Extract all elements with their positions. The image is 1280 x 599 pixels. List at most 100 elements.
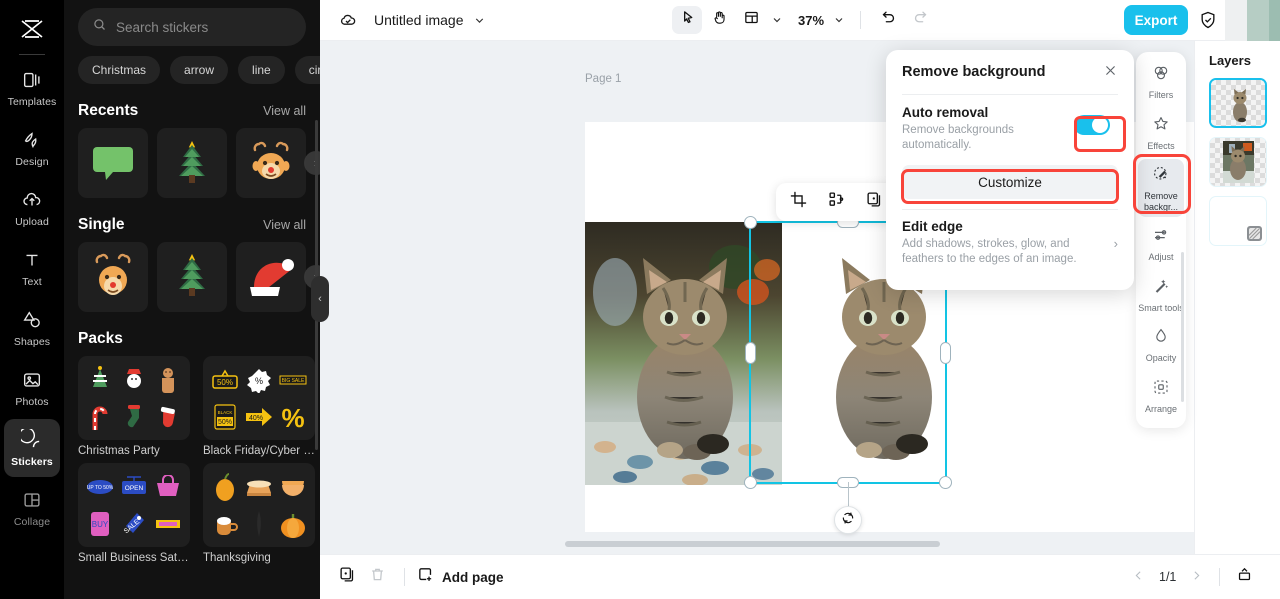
layout-chevron-down-icon[interactable] xyxy=(768,14,786,26)
tool-remove-background[interactable]: Remove backgr... xyxy=(1138,159,1184,217)
canvas-horizontal-scrollbar[interactable] xyxy=(565,541,940,547)
pack-item[interactable]: Christmas Party xyxy=(78,356,190,457)
auto-removal-toggle[interactable] xyxy=(1074,115,1110,135)
rotate-handle[interactable] xyxy=(834,506,862,534)
toggle-knob xyxy=(1092,117,1108,133)
tool-rail-scrollbar[interactable] xyxy=(1181,252,1184,402)
redo-icon xyxy=(912,9,929,31)
present-icon[interactable] xyxy=(1236,566,1253,588)
search-input[interactable]: Search stickers xyxy=(78,8,306,46)
page-navigator: 1/1 xyxy=(1132,566,1253,588)
avatar[interactable] xyxy=(1247,0,1269,42)
hand-icon xyxy=(711,9,728,31)
tag-chip[interactable]: circle xyxy=(294,56,320,84)
arrange-icon xyxy=(1152,378,1170,401)
tag-chip[interactable]: line xyxy=(238,56,285,84)
document-title[interactable]: Untitled image xyxy=(374,12,464,28)
tool-adjust[interactable]: Adjust xyxy=(1138,220,1184,268)
export-button[interactable]: Export xyxy=(1124,5,1188,35)
tool-label: Filters xyxy=(1148,90,1174,100)
view-all-link[interactable]: View all xyxy=(263,104,306,118)
sticker-cell[interactable] xyxy=(157,242,227,312)
add-page-button[interactable]: Add page xyxy=(417,566,504,588)
collaborator-avatars[interactable] xyxy=(1225,0,1280,42)
layer-item-cutout[interactable] xyxy=(1209,78,1267,128)
sticker-cell[interactable] xyxy=(236,242,306,312)
tool-filters[interactable]: Filters xyxy=(1138,58,1184,106)
avatar[interactable] xyxy=(1225,0,1247,42)
sticker-cell[interactable] xyxy=(78,242,148,312)
image-tools-rail: Filters Effects Remove backgr... Adjust … xyxy=(1136,52,1186,428)
sidebar-label: Text xyxy=(22,275,42,288)
bottom-bar: Add page 1/1 xyxy=(320,554,1280,599)
chevron-down-icon[interactable] xyxy=(473,14,486,27)
tag-chip[interactable]: arrow xyxy=(170,56,229,84)
sidebar-item-templates[interactable]: Templates xyxy=(4,59,60,117)
original-image-object[interactable] xyxy=(585,222,782,485)
undo-button[interactable] xyxy=(873,6,903,34)
chevron-right-icon[interactable] xyxy=(1190,569,1203,585)
layer-item-background[interactable] xyxy=(1209,196,1267,246)
edit-edge-row[interactable]: Edit edge Add shadows, strokes, glow, an… xyxy=(902,210,1118,267)
tool-opacity[interactable]: Opacity xyxy=(1138,321,1184,369)
hand-tool-button[interactable] xyxy=(704,6,734,34)
tool-smart-tools[interactable]: Smart tools xyxy=(1138,271,1184,319)
layout-tool-button[interactable] xyxy=(736,6,766,34)
sidebar-item-upload[interactable]: Upload xyxy=(4,179,60,237)
sidebar-item-text[interactable]: Text xyxy=(4,239,60,297)
sticker-cell[interactable] xyxy=(78,128,148,198)
pack-name: Christmas Party xyxy=(78,445,160,457)
redo-button[interactable] xyxy=(905,6,935,34)
page-label: Page 1 xyxy=(585,73,622,85)
sticker-cell[interactable] xyxy=(157,128,227,198)
sticker-cell[interactable] xyxy=(236,128,306,198)
sticker-icon xyxy=(21,428,43,451)
design-icon xyxy=(21,129,43,151)
pack-item[interactable]: 50% % BIG SALE BLACK 50% 40% % Black Frid… xyxy=(203,356,315,457)
chevron-left-icon[interactable] xyxy=(1132,569,1145,585)
pack-item[interactable]: Thanksgiving xyxy=(203,463,315,564)
sidebar-item-stickers[interactable]: Stickers xyxy=(4,419,60,477)
search-placeholder: Search stickers xyxy=(116,19,209,35)
tag-chip[interactable]: Christmas xyxy=(78,56,161,84)
panel-collapse-handle[interactable]: ‹ xyxy=(311,276,329,322)
svg-text:BUY: BUY xyxy=(92,520,109,529)
cloud-saved-icon xyxy=(338,10,358,30)
tool-label: Smart tools xyxy=(1138,302,1184,313)
capcut-image-editor: Templates Design Upload Text Shapes Phot… xyxy=(0,0,1280,599)
stickers-panel: Search stickers Christmas arrow line cir… xyxy=(64,0,320,599)
tool-label: Arrange xyxy=(1144,403,1178,414)
duplicate-page-button[interactable] xyxy=(332,562,362,592)
tool-effects[interactable]: Effects xyxy=(1138,109,1184,157)
filters-icon xyxy=(1152,64,1170,87)
smart-cutout-button[interactable] xyxy=(822,188,850,216)
layer-item-original[interactable] xyxy=(1209,137,1267,187)
svg-text:50%: 50% xyxy=(218,419,232,426)
customize-button[interactable]: Customize xyxy=(902,165,1118,199)
sidebar-item-collage[interactable]: Collage xyxy=(4,479,60,537)
zoom-level-value: 37% xyxy=(798,12,825,28)
crop-button[interactable] xyxy=(784,188,812,216)
search-icon xyxy=(92,17,107,37)
chevron-right-icon: › xyxy=(1113,235,1118,251)
section-title: Packs xyxy=(78,330,123,347)
tool-label: Adjust xyxy=(1148,252,1174,262)
delete-page-button[interactable] xyxy=(362,562,392,592)
pack-thumbnail: 50% % BIG SALE BLACK 50% 40% % xyxy=(203,356,315,440)
shield-check-icon[interactable] xyxy=(1198,10,1218,30)
close-icon[interactable] xyxy=(1103,63,1118,82)
duplicate-button[interactable] xyxy=(860,188,888,216)
bottom-divider xyxy=(404,568,405,586)
toolbar-divider xyxy=(860,11,862,29)
avatar[interactable] xyxy=(1269,0,1280,42)
sidebar-item-photos[interactable]: Photos xyxy=(4,359,60,417)
section-header-single: Single View all xyxy=(64,198,320,242)
tool-arrange[interactable]: Arrange xyxy=(1138,372,1184,420)
pack-item[interactable]: UP TO 50% OPEN BUY SALE Small Business S… xyxy=(78,463,190,564)
select-tool-button[interactable] xyxy=(672,6,702,34)
adjust-sliders-icon xyxy=(1152,226,1170,249)
zoom-chevron-down-icon[interactable] xyxy=(830,14,848,26)
sidebar-item-shapes[interactable]: Shapes xyxy=(4,299,60,357)
view-all-link[interactable]: View all xyxy=(263,218,306,232)
sidebar-item-design[interactable]: Design xyxy=(4,119,60,177)
